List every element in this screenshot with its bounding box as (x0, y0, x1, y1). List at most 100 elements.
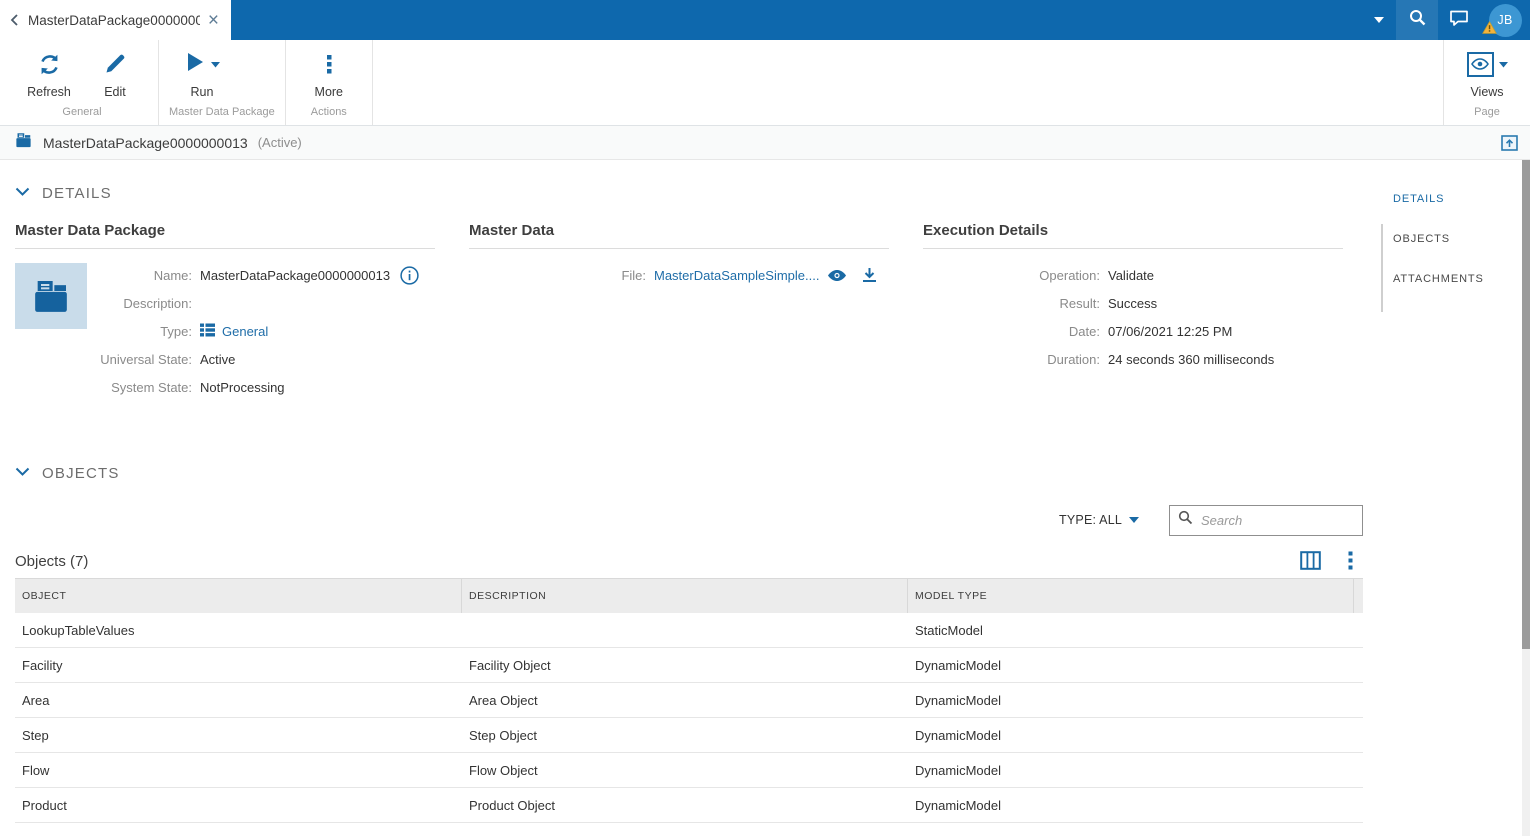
field-row: Duration: 24 seconds 360 milliseconds (923, 345, 1343, 373)
app-window: MasterDataPackage0000000013 × JB (0, 0, 1530, 837)
search-input[interactable] (1201, 513, 1354, 528)
field-label: System State: (15, 380, 200, 395)
field-value: 24 seconds 360 milliseconds (1108, 352, 1274, 367)
chat-icon (1449, 9, 1469, 32)
warning-badge-icon (1482, 21, 1497, 39)
table-row[interactable]: Product Product Object DynamicModel (15, 788, 1363, 823)
objects-search-box[interactable] (1169, 505, 1363, 536)
more-kebab-icon (326, 50, 332, 78)
toolbar-group-page: Views Page (1443, 40, 1530, 125)
objects-filter-row: TYPE: ALL (15, 504, 1363, 536)
toolbar-group-label: Actions (290, 103, 368, 125)
info-icon[interactable] (400, 266, 419, 285)
field-row: Universal State: Active (15, 345, 435, 373)
refresh-button[interactable]: Refresh (20, 50, 78, 99)
status-text: (Active) (258, 135, 302, 150)
topbar-actions: JB (1362, 0, 1530, 40)
objects-table: OBJECT DESCRIPTION MODEL TYPE LookupTabl… (15, 579, 1363, 837)
anchor-item-details[interactable]: DETAILS (1383, 184, 1522, 214)
scrollbar-thumb[interactable] (1522, 160, 1530, 649)
anchor-item-attachments[interactable]: ATTACHMENTS (1383, 264, 1522, 294)
table-row[interactable]: Step Step Object DynamicModel (15, 718, 1363, 753)
master-data-column: Master Data File: MasterDataSampleSimple… (469, 222, 889, 401)
user-menu-button[interactable]: JB (1480, 0, 1530, 40)
edit-button[interactable]: Edit (86, 50, 144, 99)
search-icon (1178, 510, 1193, 530)
type-link[interactable]: General (200, 323, 268, 340)
edit-label: Edit (104, 85, 126, 99)
cell-model-type: DynamicModel (908, 763, 1354, 778)
download-icon[interactable] (862, 267, 877, 283)
file-link[interactable]: MasterDataSampleSimple.... (654, 268, 819, 283)
anchor-item-objects[interactable]: OBJECTS (1383, 224, 1522, 254)
document-tab[interactable]: MasterDataPackage0000000013 × (0, 0, 231, 40)
execution-details-column: Execution Details Operation: Validate Re… (923, 222, 1343, 401)
toolbar-group-label: General (10, 103, 154, 125)
field-value: Success (1108, 296, 1157, 311)
table-menu-kebab-icon[interactable] (1348, 551, 1353, 570)
details-section-label: DETAILS (42, 185, 112, 202)
column-heading: Master Data Package (15, 222, 435, 249)
field-label: Universal State: (15, 352, 200, 367)
objects-section-toggle[interactable]: OBJECTS (15, 461, 1383, 485)
cell-model-type: StaticModel (908, 623, 1354, 638)
cell-object: LookupTableValues (15, 623, 462, 638)
tab-close-icon[interactable]: × (206, 11, 221, 30)
column-header-object[interactable]: OBJECT (15, 579, 462, 613)
table-row[interactable]: Flow Flow Object DynamicModel (15, 753, 1363, 788)
toolbar-group-general: Refresh Edit General (6, 40, 159, 125)
chevron-down-icon (15, 184, 30, 202)
type-filter-dropdown[interactable]: TYPE: ALL (1059, 513, 1139, 527)
run-button[interactable]: Run (173, 50, 231, 99)
cell-object: Facility (15, 658, 462, 673)
table-row[interactable] (15, 823, 1363, 837)
cell-object: Step (15, 728, 462, 743)
field-value: NotProcessing (200, 380, 285, 395)
cell-object: Area (15, 693, 462, 708)
tab-label: MasterDataPackage0000000013 (28, 13, 200, 28)
topbar-dropdown-button[interactable] (1362, 0, 1396, 40)
views-dropdown-caret-icon (1499, 55, 1508, 73)
record-title-bar: MasterDataPackage0000000013 (Active) (0, 126, 1530, 160)
open-in-window-icon[interactable] (1501, 135, 1518, 151)
table-row[interactable]: LookupTableValues StaticModel (15, 613, 1363, 648)
column-header-model-type[interactable]: MODEL TYPE (908, 579, 1354, 613)
page-scrollbar[interactable] (1522, 160, 1530, 836)
cell-description: Step Object (462, 728, 908, 743)
main-area: DETAILS Master Data Package Name: Master… (0, 160, 1530, 836)
objects-table-header-row: Objects (7) (15, 551, 1363, 579)
column-header-description[interactable]: DESCRIPTION (462, 579, 908, 613)
objects-count-title: Objects (7) (15, 553, 88, 570)
content-panel: DETAILS Master Data Package Name: Master… (0, 160, 1383, 836)
type-list-icon (200, 323, 215, 340)
master-data-package-column: Master Data Package Name: MasterDataPack… (15, 222, 435, 401)
table-row[interactable]: Area Area Object DynamicModel (15, 683, 1363, 718)
details-section-toggle[interactable]: DETAILS (15, 181, 1383, 205)
field-row: System State: NotProcessing (15, 373, 435, 401)
views-button[interactable]: Views (1458, 50, 1516, 99)
page-title: MasterDataPackage0000000013 (43, 135, 248, 151)
messages-button[interactable] (1438, 0, 1480, 40)
field-row: File: MasterDataSampleSimple.... (469, 261, 889, 289)
run-play-icon (184, 50, 206, 79)
preview-eye-icon[interactable] (827, 269, 847, 282)
type-value: General (222, 324, 268, 339)
toolbar-group-label: Master Data Package (163, 103, 281, 125)
type-filter-label: TYPE: ALL (1059, 513, 1122, 527)
content-scrollbar[interactable] (1381, 224, 1383, 312)
table-row[interactable]: Facility Facility Object DynamicModel (15, 648, 1363, 683)
more-label: More (315, 85, 343, 99)
toolbar-group-actions: More Actions (286, 40, 373, 125)
package-icon (14, 131, 33, 154)
chevron-down-icon (15, 464, 30, 482)
column-chooser-icon[interactable] (1300, 551, 1321, 570)
search-icon (1408, 8, 1427, 32)
filter-caret-icon (1129, 513, 1139, 527)
more-button[interactable]: More (300, 50, 358, 99)
global-search-button[interactable] (1396, 0, 1438, 40)
cell-object: Flow (15, 763, 462, 778)
ribbon-toolbar: Refresh Edit General (0, 40, 1530, 126)
run-label: Run (191, 85, 214, 99)
back-chevron-icon[interactable] (8, 12, 22, 28)
details-grid: Master Data Package Name: MasterDataPack… (15, 222, 1383, 401)
